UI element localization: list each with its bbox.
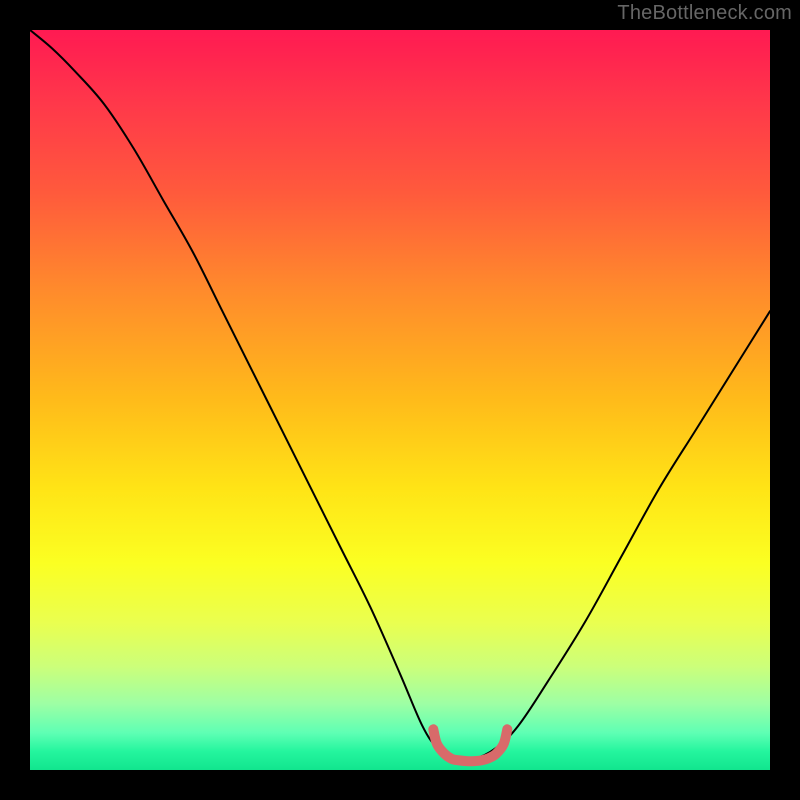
chart-svg: [30, 30, 770, 770]
chart-frame: TheBottleneck.com: [0, 0, 800, 800]
gradient-background: [30, 30, 770, 770]
watermark-text: TheBottleneck.com: [617, 2, 792, 25]
plot-area: [30, 30, 770, 770]
